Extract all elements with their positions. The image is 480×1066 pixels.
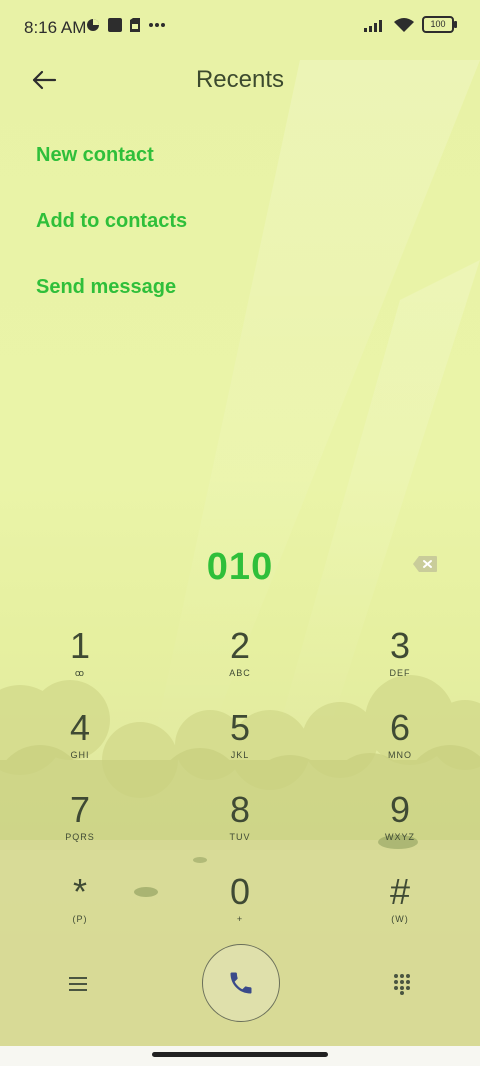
- app-notification-icon: [108, 18, 122, 32]
- dialer-bottom-bar: [0, 944, 480, 1024]
- voicemail-icon: ꝏ: [74, 668, 86, 678]
- home-indicator[interactable]: [152, 1052, 328, 1057]
- key-1[interactable]: 1ꝏ: [0, 626, 160, 708]
- battery-icon: 100: [422, 16, 457, 33]
- data-saver-icon: [87, 19, 99, 31]
- signal-icon: [364, 19, 382, 32]
- phone-icon: [230, 972, 252, 994]
- status-time: 8:16 AM: [24, 18, 87, 37]
- dialed-number-row: 010: [0, 536, 480, 596]
- new-contact-button[interactable]: New contact: [36, 140, 187, 206]
- menu-button[interactable]: [60, 966, 96, 1002]
- key-digit: 3: [389, 625, 411, 666]
- key-2[interactable]: 2 ABC: [160, 626, 320, 708]
- send-message-button[interactable]: Send message: [36, 272, 187, 338]
- key-letters: TUV: [229, 832, 251, 842]
- key-letters: (W): [391, 914, 409, 924]
- dial-keypad: 1ꝏ 2 ABC 3 DEF 4 GHI 5 JKL 6 MNO 7 PQRS 8 TUV 9…: [0, 626, 480, 954]
- key-digit: 2: [229, 625, 251, 666]
- key-letters: (P): [72, 914, 88, 924]
- app-header: Recents: [0, 56, 480, 104]
- key-6[interactable]: 6 MNO: [320, 708, 480, 790]
- key-letters: PQRS: [65, 832, 95, 842]
- status-notification-icons: [86, 18, 166, 32]
- key-letters: ABC: [229, 668, 251, 678]
- add-to-contacts-button[interactable]: Add to contacts: [36, 206, 187, 272]
- key-digit: 8: [229, 789, 251, 830]
- key-digit: 0: [229, 871, 251, 912]
- key-7[interactable]: 7 PQRS: [0, 790, 160, 872]
- action-menu: New contact Add to contacts Send message: [36, 140, 187, 338]
- key-digit: #: [389, 871, 411, 912]
- system-nav-bar: [0, 1046, 480, 1066]
- key-digit: 4: [69, 707, 91, 748]
- status-bar: 8:16 AM 100: [0, 0, 480, 56]
- key-digit: 1: [69, 625, 91, 666]
- key-digit: 7: [69, 789, 91, 830]
- key-4[interactable]: 4 GHI: [0, 708, 160, 790]
- key-digit: 9: [389, 789, 411, 830]
- key-letters: +: [236, 914, 244, 924]
- dialpad-button[interactable]: [384, 966, 420, 1002]
- page-title: Recents: [195, 66, 285, 93]
- call-button[interactable]: [202, 944, 280, 1022]
- wifi-icon: [394, 17, 414, 32]
- key-hash[interactable]: # (W): [320, 872, 480, 954]
- key-0[interactable]: 0 +: [160, 872, 320, 954]
- key-digit: 6: [389, 707, 411, 748]
- backspace-icon[interactable]: [412, 554, 438, 574]
- sim-icon: [130, 18, 140, 32]
- key-letters: MNO: [388, 750, 412, 760]
- key-letters: DEF: [389, 668, 411, 678]
- key-star[interactable]: * (P): [0, 872, 160, 954]
- key-5[interactable]: 5 JKL: [160, 708, 320, 790]
- key-letters: JKL: [230, 750, 250, 760]
- key-letters: WXYZ: [385, 832, 415, 842]
- key-8[interactable]: 8 TUV: [160, 790, 320, 872]
- dialpad-icon: [394, 974, 410, 995]
- hamburger-icon: [69, 977, 87, 991]
- key-3[interactable]: 3 DEF: [320, 626, 480, 708]
- key-digit: 5: [229, 707, 251, 748]
- key-letters: GHI: [70, 750, 90, 760]
- dialed-number[interactable]: 010: [0, 546, 480, 589]
- key-9[interactable]: 9 WXYZ: [320, 790, 480, 872]
- more-notifications-icon: [149, 23, 165, 27]
- status-system-icons: 100: [364, 16, 457, 33]
- key-digit: *: [72, 871, 87, 912]
